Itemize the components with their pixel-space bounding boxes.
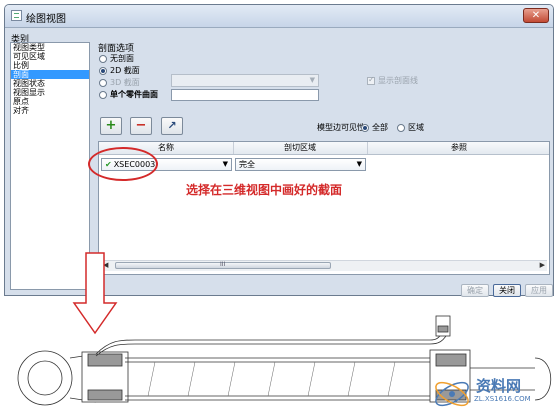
section-region-value: 完全 bbox=[239, 160, 255, 169]
category-item-view-display[interactable]: 视图显示 bbox=[11, 88, 89, 97]
model-edge-visibility-label: 模型边可见性 bbox=[317, 123, 365, 132]
radio-label: 单个零件曲面 bbox=[110, 90, 158, 99]
single-part-surface-input[interactable] bbox=[171, 89, 319, 101]
radio-indicator[interactable] bbox=[99, 54, 107, 63]
radio-indicator[interactable] bbox=[397, 123, 405, 132]
add-section-button[interactable]: + bbox=[100, 117, 122, 135]
category-item-alignment[interactable]: 对齐 bbox=[11, 106, 89, 115]
plus-icon: + bbox=[105, 118, 117, 133]
scroll-right-icon[interactable]: ▶ bbox=[540, 261, 545, 269]
dialog-icon bbox=[11, 10, 22, 21]
table-header: 名称 剖切区域 参照 bbox=[99, 142, 549, 155]
3d-section-dropdown: ▼ bbox=[171, 74, 319, 87]
dialog-title: 绘图视图 bbox=[26, 14, 66, 25]
chevron-down-icon: ▼ bbox=[356, 160, 362, 168]
radio-indicator[interactable] bbox=[361, 123, 369, 132]
section-table: 名称 剖切区域 参照 ✔ XSEC0003 ▼ 完全 ▼ ◀ III ▶ bbox=[98, 141, 550, 275]
highlight-ellipse bbox=[88, 147, 158, 181]
section-options-panel: 剖面选项 无剖面 2D 截面 3D 截面 单个零件曲面 ▼ 显示剖面线 + − … bbox=[95, 32, 550, 275]
radio-label: 无剖面 bbox=[110, 54, 134, 63]
checkbox-label: 显示剖面线 bbox=[378, 76, 418, 85]
checkbox-indicator bbox=[367, 75, 375, 85]
radio-indicator[interactable] bbox=[99, 90, 107, 99]
radio-no-section[interactable]: 无剖面 bbox=[99, 53, 134, 64]
category-item-origin[interactable]: 原点 bbox=[11, 97, 89, 106]
title-bar[interactable]: 绘图视图 ✕ bbox=[5, 5, 553, 28]
category-item-section[interactable]: 剖面 bbox=[11, 70, 89, 79]
remove-section-button[interactable]: − bbox=[130, 117, 152, 135]
edit-section-button[interactable]: ↗ bbox=[161, 117, 183, 135]
visibility-all-radio[interactable]: 全部 bbox=[361, 122, 388, 133]
radio-2d-section[interactable]: 2D 截面 bbox=[99, 65, 140, 76]
watermark-text: 资料网 bbox=[476, 377, 522, 395]
category-item-visible-area[interactable]: 可见区域 bbox=[11, 52, 89, 61]
radio-label: 全部 bbox=[372, 123, 388, 132]
column-header-section-region[interactable]: 剖切区域 bbox=[233, 142, 368, 154]
arrow-icon: ↗ bbox=[167, 119, 177, 132]
close-window-button[interactable]: ✕ bbox=[523, 8, 549, 23]
scrollbar-thumb[interactable]: III bbox=[115, 261, 331, 269]
chevron-down-icon: ▼ bbox=[222, 160, 228, 168]
radio-3d-section: 3D 截面 bbox=[99, 77, 140, 88]
show-section-lines-checkbox: 显示剖面线 bbox=[367, 75, 418, 86]
annotation-text: 选择在三维视图中画好的截面 bbox=[186, 183, 343, 197]
watermark-url: ZL.XS1616.COM bbox=[474, 395, 531, 403]
horizontal-scrollbar[interactable]: ◀ III ▶ bbox=[101, 260, 547, 271]
radio-label: 3D 截面 bbox=[110, 78, 140, 87]
radio-indicator[interactable] bbox=[99, 66, 107, 75]
minus-icon: − bbox=[135, 118, 147, 133]
radio-single-part-surface[interactable]: 单个零件曲面 bbox=[99, 89, 158, 100]
chevron-down-icon: ▼ bbox=[309, 76, 315, 84]
section-region-dropdown[interactable]: 完全 ▼ bbox=[235, 158, 366, 171]
category-item-view-state[interactable]: 视图状态 bbox=[11, 79, 89, 88]
visibility-area-radio[interactable]: 区域 bbox=[397, 122, 424, 133]
radio-indicator bbox=[99, 78, 107, 87]
category-item-view-type[interactable]: 视图类型 bbox=[11, 43, 89, 52]
scrollbar-grip: III bbox=[220, 261, 226, 268]
radio-label: 区域 bbox=[408, 123, 424, 132]
category-item-scale[interactable]: 比例 bbox=[11, 61, 89, 70]
column-header-reference[interactable]: 参照 bbox=[367, 142, 551, 154]
watermark-logo-icon bbox=[435, 381, 469, 407]
radio-label: 2D 截面 bbox=[110, 66, 140, 75]
